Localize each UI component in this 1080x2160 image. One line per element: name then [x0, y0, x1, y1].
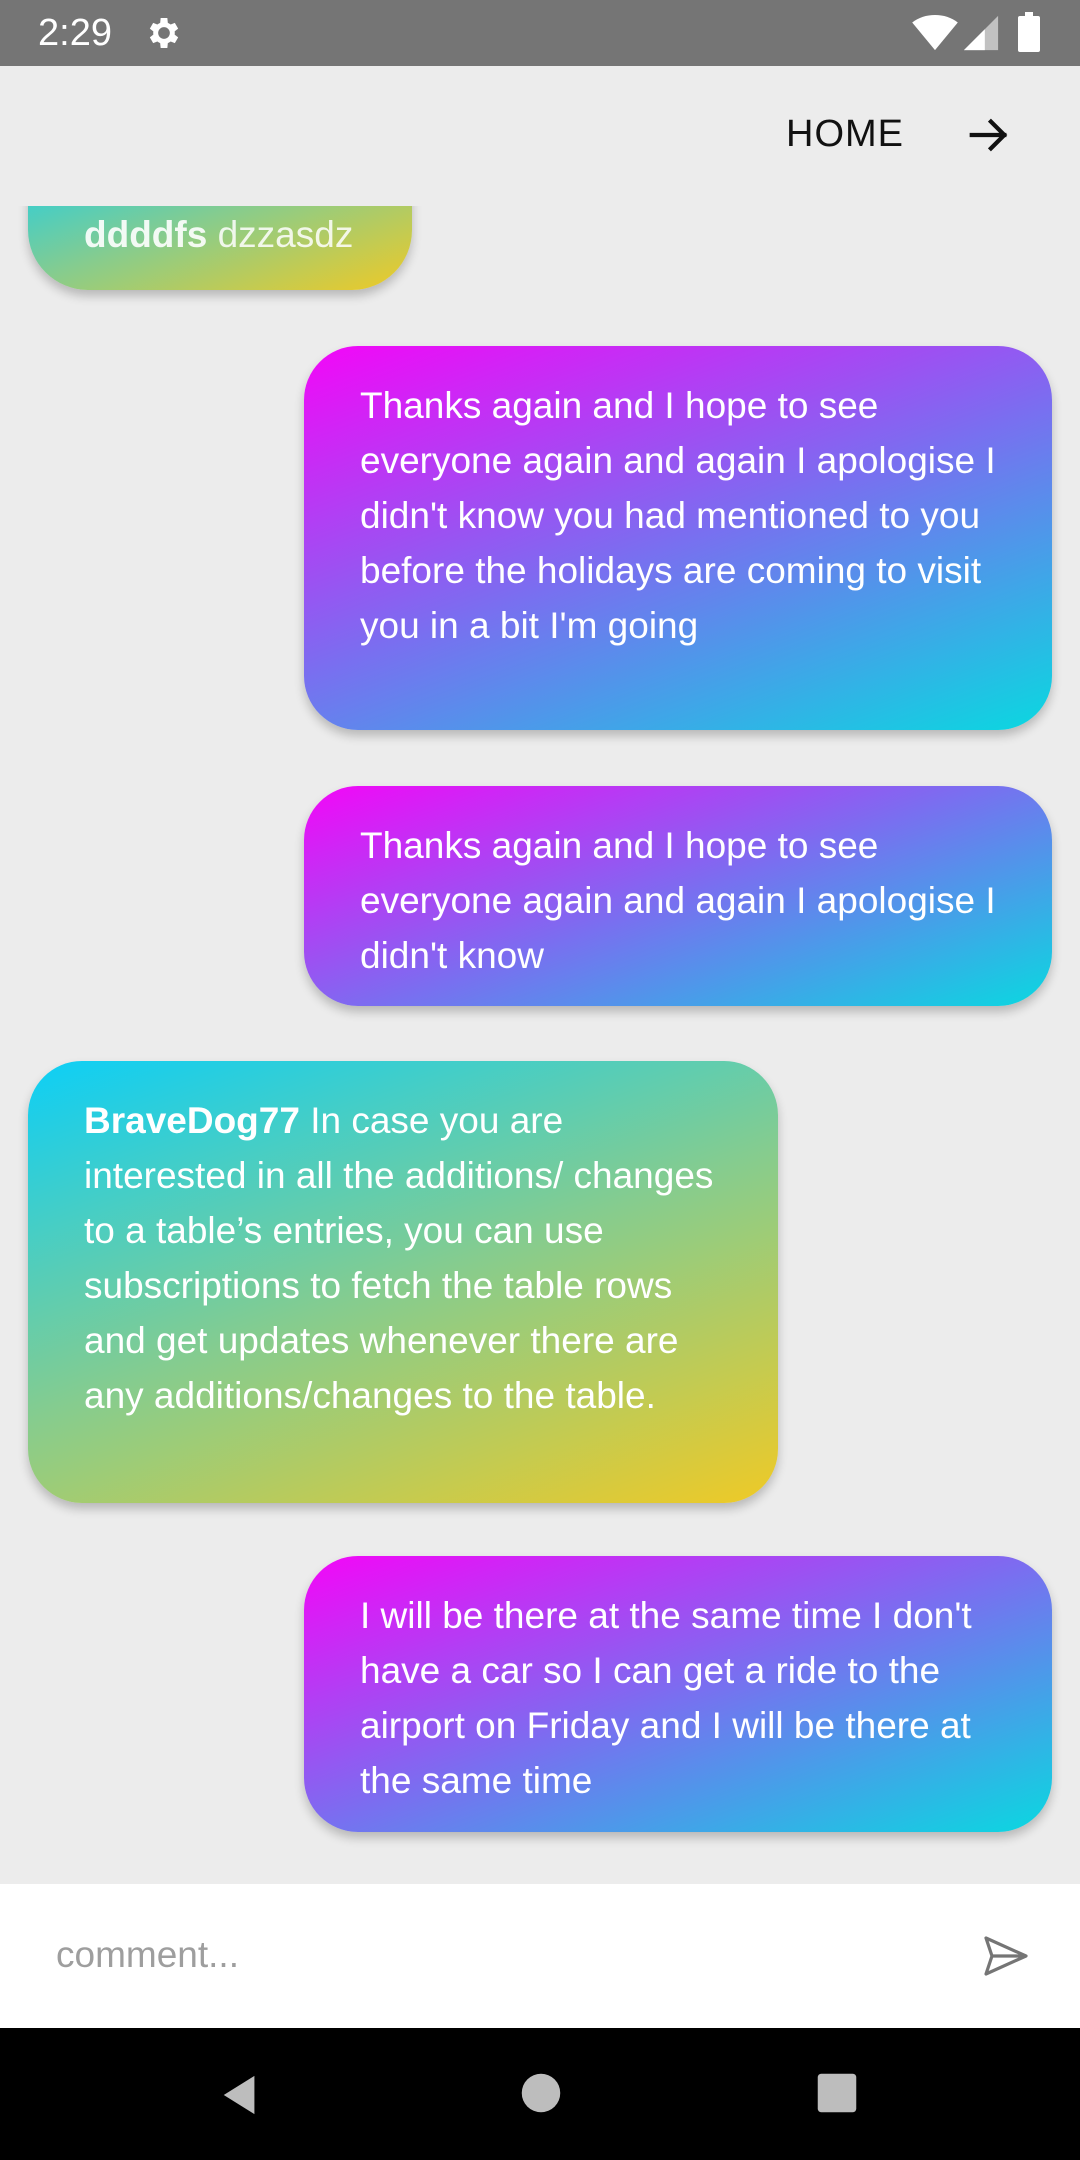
- message-text: Thanks again and I hope to see everyone …: [360, 385, 996, 646]
- chat-screen: 2:29 HOME ddddfs dzzasdz Thanks again an…: [0, 0, 1080, 2160]
- gear-icon: [149, 18, 179, 48]
- message-bubble-sent: Thanks again and I hope to see everyone …: [304, 346, 1052, 730]
- message-author: ddddfs: [84, 214, 208, 255]
- message-text: Thanks again and I hope to see everyone …: [360, 825, 996, 976]
- navigation-bar: [0, 2028, 1080, 2160]
- home-button[interactable]: HOME: [786, 112, 904, 156]
- message-bubble-received: ddddfs dzzasdz: [28, 206, 412, 290]
- status-time: 2:29: [38, 12, 112, 54]
- signal-icon: [963, 15, 999, 51]
- send-icon[interactable]: [982, 1932, 1030, 1980]
- recents-icon[interactable]: [816, 2072, 858, 2114]
- status-bar: 2:29: [0, 0, 1080, 66]
- message-text: I will be there at the same time I don't…: [360, 1595, 972, 1801]
- message-text: dzzasdz: [217, 214, 354, 255]
- battery-icon: [1018, 12, 1040, 52]
- comment-input[interactable]: [40, 1922, 972, 1988]
- message-author: BraveDog77: [84, 1100, 300, 1141]
- message-bubble-received: BraveDog77 In case you are interested in…: [28, 1061, 778, 1503]
- arrow-right-icon[interactable]: [966, 112, 1012, 158]
- wifi-icon: [912, 14, 958, 51]
- back-icon[interactable]: [218, 2072, 264, 2118]
- comment-bar: [0, 1884, 1080, 2028]
- home-icon[interactable]: [520, 2072, 562, 2114]
- message-bubble-sent: I will be there at the same time I don't…: [304, 1556, 1052, 1832]
- message-list[interactable]: ddddfs dzzasdz Thanks again and I hope t…: [0, 206, 1080, 1884]
- message-text: In case you are interested in all the ad…: [84, 1100, 714, 1416]
- message-bubble-sent: Thanks again and I hope to see everyone …: [304, 786, 1052, 1006]
- app-header: HOME: [0, 66, 1080, 206]
